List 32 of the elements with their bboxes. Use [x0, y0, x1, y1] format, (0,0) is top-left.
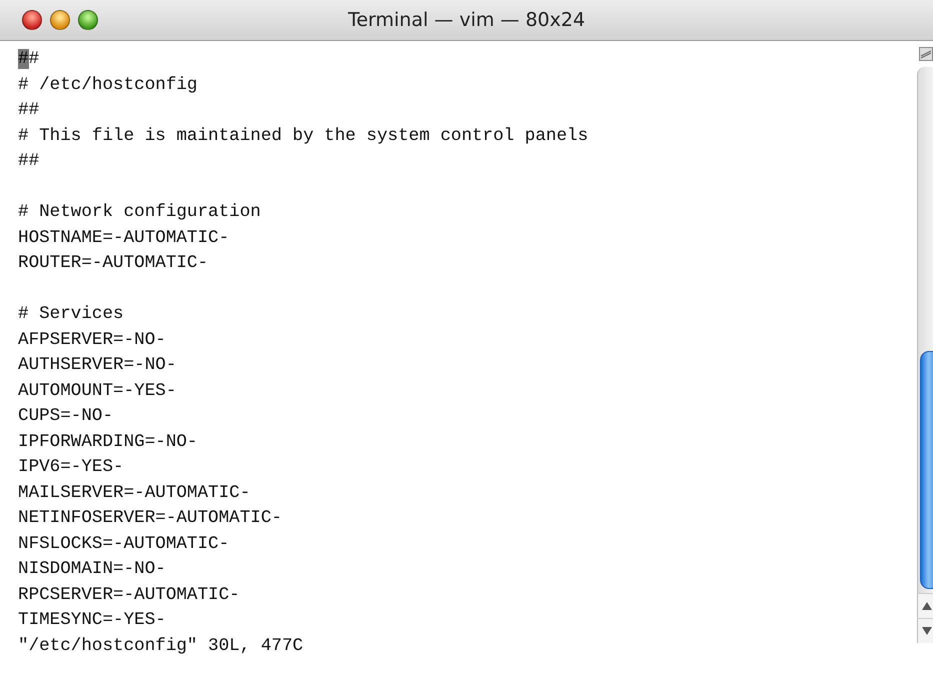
- zoom-button[interactable]: [78, 10, 98, 30]
- scrollbar-thumb[interactable]: [920, 351, 933, 589]
- code-line: NFSLOCKS=-AUTOMATIC-: [18, 534, 230, 554]
- up-arrow-icon: [922, 602, 932, 610]
- code-line: MAILSERVER=-AUTOMATIC-: [18, 482, 250, 502]
- window-title: Terminal — vim — 80x24: [348, 9, 586, 31]
- split-pane-icon[interactable]: [919, 47, 933, 61]
- minimize-button[interactable]: [50, 10, 70, 30]
- code-line: ##: [18, 49, 40, 69]
- close-button[interactable]: [22, 10, 42, 30]
- code-line: HOSTNAME=-AUTOMATIC-: [18, 228, 230, 248]
- code-line: # /etc/hostconfig: [18, 74, 198, 94]
- code-line: IPFORWARDING=-NO-: [18, 432, 198, 452]
- code-line: TIMESYNC=-YES-: [18, 610, 166, 630]
- code-line: CUPS=-NO-: [18, 406, 114, 426]
- code-line: AFPSERVER=-NO-: [18, 330, 166, 350]
- code-line: # Services: [18, 304, 124, 324]
- code-line: # Network configuration: [18, 202, 261, 222]
- code-line: RPCSERVER=-AUTOMATIC-: [18, 584, 240, 604]
- code-line: ROUTER=-AUTOMATIC-: [18, 253, 208, 273]
- code-line: IPV6=-YES-: [18, 457, 124, 477]
- code-line: AUTHSERVER=-NO-: [18, 355, 176, 375]
- code-line: # This file is maintained by the system control panels: [18, 126, 588, 146]
- code-line: "/etc/hostconfig" 30L, 477C: [18, 636, 304, 656]
- code-line: AUTOMOUNT=-YES-: [18, 380, 176, 400]
- code-line: NETINFOSERVER=-AUTOMATIC-: [18, 508, 282, 528]
- code-line: NISDOMAIN=-NO-: [18, 559, 166, 579]
- code-line: ##: [18, 100, 40, 120]
- down-arrow-icon: [922, 627, 932, 635]
- code-line: ##: [18, 151, 40, 171]
- scroll-up-button[interactable]: [917, 593, 933, 618]
- scroll-down-button[interactable]: [917, 618, 933, 643]
